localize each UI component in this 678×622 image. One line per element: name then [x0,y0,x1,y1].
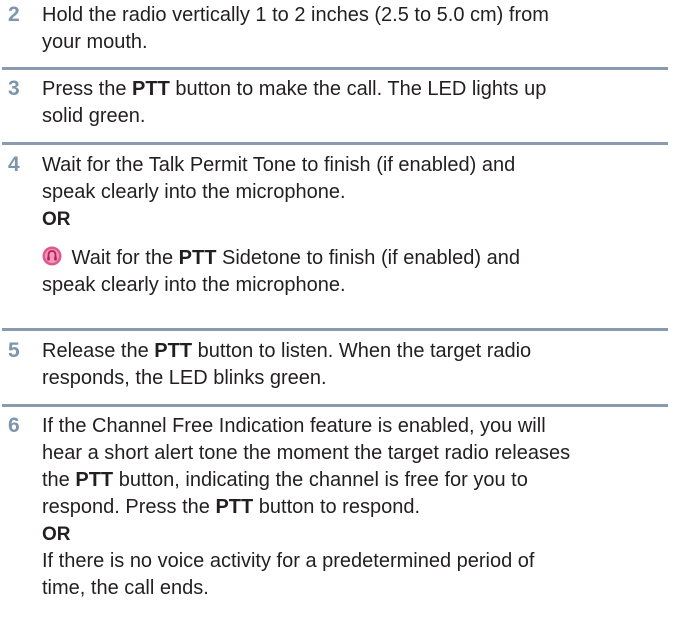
step-6: 6 If the Channel Free Indication feature… [0,411,678,602]
or-label: OR [42,209,71,230]
step-text: Release the PTT button to listen. When t… [42,340,532,362]
step-number: 2 [8,3,20,26]
step-number: 6 [8,414,20,437]
step-3: 3 Press the PTT button to make the call.… [0,74,678,130]
step-text: speak clearly into the microphone. [42,181,346,203]
step-text: respond. Press the PTT button to respond… [42,496,421,518]
step-number: 5 [8,339,20,362]
step-text: Hold the radio vertically 1 to 2 inches … [42,4,549,26]
step-text: responds, the LED blinks green. [42,367,327,389]
divider [2,67,668,70]
step-text: Wait for the Talk Permit Tone to finish … [42,154,516,176]
step-5: 5 Release the PTT button to listen. When… [0,336,678,392]
divider [2,328,668,331]
step-4: 4 Wait for the Talk Permit Tone to finis… [0,150,678,299]
step-text: If there is no voice activity for a pred… [42,550,535,572]
divider [2,404,668,407]
step-2: 2 Hold the radio vertically 1 to 2 inche… [0,0,678,56]
step-alt-text: Wait for the PTT Sidetone to finish (if … [42,245,668,272]
step-text: the PTT button, indicating the channel i… [42,469,528,491]
or-label: OR [42,524,71,545]
step-number: 3 [8,77,20,100]
step-text: solid green. [42,105,146,127]
ptt-sidetone-icon [42,246,62,266]
step-text: your mouth. [42,31,148,53]
step-text: hear a short alert tone the moment the t… [42,442,571,464]
step-text: Press the PTT button to make the call. T… [42,78,547,100]
step-alt-text: speak clearly into the microphone. [42,274,346,296]
step-number: 4 [8,153,20,176]
step-text: time, the call ends. [42,577,209,599]
step-text: If the Channel Free Indication feature i… [42,415,546,437]
divider [2,142,668,145]
